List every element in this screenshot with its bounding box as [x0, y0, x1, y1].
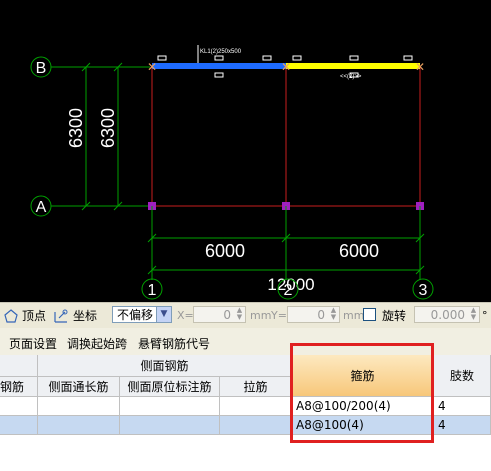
offset-select[interactable]: 不偏移 ▼	[112, 306, 172, 323]
grid-cell[interactable]	[120, 397, 220, 416]
page-setup-button[interactable]: 页面设置	[9, 335, 57, 352]
rotate-label: 旋转	[382, 309, 407, 323]
axis-label-2: 2	[284, 282, 293, 299]
endpoint-cross-icon: ✕	[415, 60, 425, 74]
grid-cell[interactable]	[0, 416, 38, 435]
degree-symbol: °	[482, 309, 488, 322]
rotate-input[interactable]: 0.000 ▲ ▼	[414, 306, 480, 323]
axis-label-b: B	[36, 60, 47, 77]
grid-header-empty	[0, 355, 38, 377]
cad-canvas[interactable]: B A 6300 6300 ✕ ✕ ✕ KL1(2)250x500 <<(2)>…	[0, 0, 491, 302]
chevron-down-icon[interactable]: ▼	[156, 307, 171, 322]
rebar-grid[interactable]: 侧面钢筋 钢筋 侧面通长筋 侧面原位标注筋 拉筋 箍筋 肢数 A8@100/20…	[0, 355, 491, 471]
rotate-value: 0.000	[430, 308, 465, 322]
rotate-checkbox[interactable]	[363, 308, 376, 321]
grip-box[interactable]	[262, 55, 272, 61]
coord-snap-button[interactable]: 坐标	[53, 306, 97, 325]
spinner-icon[interactable]: ▲ ▼	[234, 307, 245, 322]
y-label: Y=	[271, 309, 287, 322]
grid-cell[interactable]	[38, 416, 120, 435]
grid-header-side-long: 侧面通长筋	[38, 377, 120, 397]
coordinate-icon	[54, 309, 68, 323]
legs-cell[interactable]: 4	[434, 397, 491, 416]
swap-start-span-button[interactable]: 调换起始跨	[67, 335, 127, 352]
grid-header-legs: 肢数	[434, 355, 491, 397]
dim-left-inner-text: 6300	[98, 108, 118, 148]
x-input[interactable]: 0 ▲ ▼	[193, 306, 246, 323]
x-unit: mm	[250, 309, 272, 322]
grid-header-stirrup: 箍筋	[292, 355, 434, 397]
grip-box[interactable]	[292, 55, 302, 61]
vertex-snap-button[interactable]: 顶点	[3, 306, 46, 325]
coord-label: 坐标	[73, 309, 98, 323]
axis-label-a: A	[36, 199, 47, 216]
grid-header-partial: 钢筋	[0, 377, 38, 397]
beam-span-2[interactable]	[286, 63, 420, 69]
endpoint-cross-icon: ✕	[281, 60, 291, 74]
grip-box[interactable]	[157, 55, 167, 61]
offset-value: 不偏移	[117, 308, 154, 322]
grid-cell[interactable]	[38, 397, 120, 416]
grid-cell[interactable]	[220, 397, 292, 416]
legs-cell[interactable]: 4	[434, 416, 491, 435]
stirrup-cell[interactable]: A8@100(4)	[292, 416, 434, 435]
dim-span2-text: 6000	[339, 241, 379, 261]
axis-label-1: 1	[148, 282, 157, 299]
grip-box[interactable]	[214, 55, 224, 61]
spinner-icon[interactable]: ▲ ▼	[328, 307, 339, 322]
y-value: 0	[317, 308, 325, 322]
grid-header-tie: 拉筋	[220, 377, 292, 397]
axis-label-3: 3	[419, 282, 428, 299]
dim-span1-text: 6000	[205, 241, 245, 261]
grid-cell[interactable]	[120, 416, 220, 435]
grid-cell[interactable]	[0, 397, 38, 416]
vertex-icon	[4, 308, 18, 323]
x-label: X=	[177, 309, 194, 322]
grid-header-side-orig: 侧面原位标注筋	[120, 377, 220, 397]
grid-header-side-group: 侧面钢筋	[38, 355, 292, 377]
vertex-label: 顶点	[22, 309, 47, 323]
grip-box[interactable]	[349, 55, 359, 61]
y-input[interactable]: 0 ▲ ▼	[287, 306, 340, 323]
endpoint-cross-icon: ✕	[147, 60, 157, 74]
table-toolbar: 页面设置 调换起始跨 悬臂钢筋代号	[0, 328, 491, 355]
grip-box[interactable]	[214, 72, 224, 78]
grid-cell[interactable]	[220, 416, 292, 435]
stirrup-cell[interactable]: A8@100/200(4)	[292, 397, 434, 416]
x-value: 0	[223, 308, 231, 322]
cantilever-code-button[interactable]: 悬臂钢筋代号	[138, 335, 210, 352]
beam-span-1[interactable]	[152, 63, 286, 69]
grip-box[interactable]	[403, 55, 413, 61]
beam-label-left: KL1(2)250x500	[200, 49, 242, 55]
y-unit: mm	[343, 309, 365, 322]
beam-label-right: <<(2)>>	[340, 74, 362, 80]
dim-left-outer-text: 6300	[66, 108, 86, 148]
spinner-icon[interactable]: ▲ ▼	[468, 307, 479, 322]
snap-toolbar: 顶点 坐标 不偏移 ▼ X= 0 ▲ ▼ mm Y= 0 ▲ ▼ mm 旋转 0.0…	[0, 302, 491, 329]
